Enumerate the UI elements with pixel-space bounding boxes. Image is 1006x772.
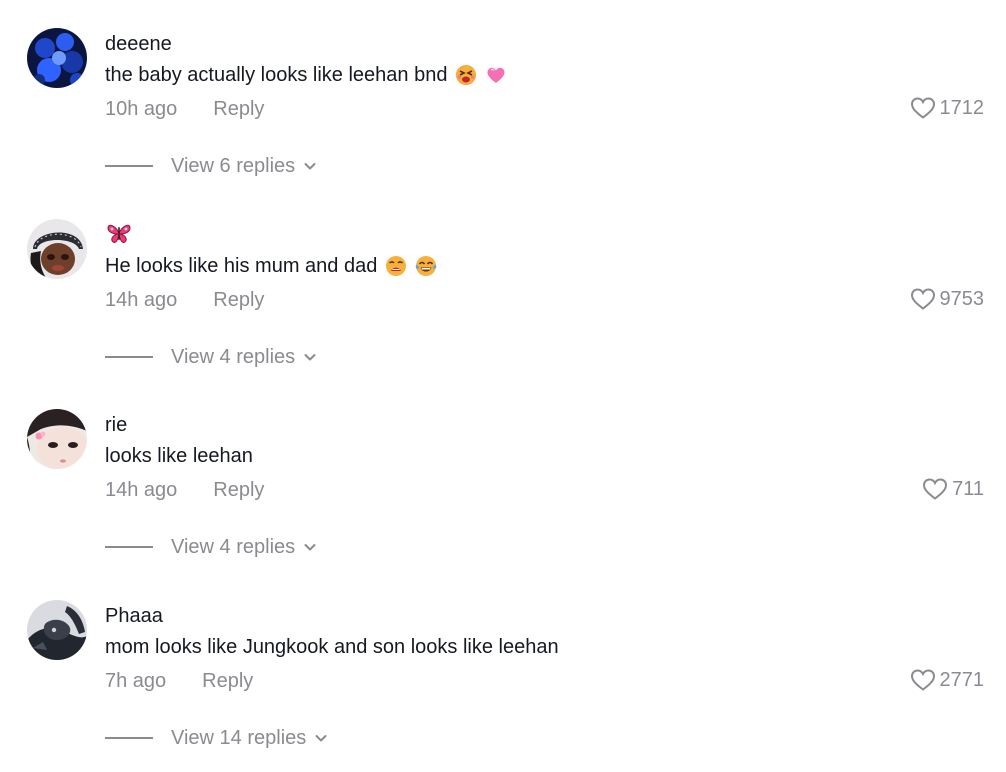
comment-body: mom looks like Jungkook and son looks li… <box>105 636 559 658</box>
like-count: 1712 <box>939 97 985 119</box>
like-count: 711 <box>952 478 984 500</box>
comment-meta: 14h ago Reply <box>105 287 264 313</box>
doll-bandana-avatar-icon <box>27 219 87 279</box>
comment-item: He looks like his mum and dad 14h ago Re… <box>0 191 1006 382</box>
comment-body: the baby actually looks like leehan bnd <box>105 64 448 86</box>
chevron-down-icon <box>303 540 317 554</box>
reply-button[interactable]: Reply <box>213 477 264 503</box>
comment-text: mom looks like Jungkook and son looks li… <box>105 634 559 660</box>
comment-body: looks like leehan <box>105 445 253 467</box>
comment-text: looks like leehan <box>105 443 253 469</box>
view-replies-button[interactable]: View 14 replies <box>105 725 328 751</box>
like-button[interactable]: 711 <box>922 476 984 502</box>
comment-item: rie looks like leehan 14h ago Reply 711 … <box>0 381 1006 572</box>
like-button[interactable]: 1712 <box>910 95 985 121</box>
avatar[interactable] <box>27 409 87 469</box>
comment-meta: 10h ago Reply <box>105 96 264 122</box>
username[interactable]: rie <box>105 412 127 438</box>
avatar[interactable] <box>27 28 87 88</box>
comment-meta: 14h ago Reply <box>105 477 264 503</box>
view-replies-label: View 4 replies <box>171 346 296 368</box>
like-count: 9753 <box>939 288 985 310</box>
view-replies-button[interactable]: View 6 replies <box>105 153 317 179</box>
comment-body: He looks like his mum and dad <box>105 255 378 277</box>
comment-time: 14h ago <box>105 479 178 501</box>
butterfly-emoji-icon[interactable] <box>106 221 132 250</box>
blue-jellyfish-avatar-icon <box>27 28 87 88</box>
comment-item: Phaaa mom looks like Jungkook and son lo… <box>0 572 1006 763</box>
divider-line <box>105 165 153 167</box>
comment-meta: 7h ago Reply <box>105 668 253 694</box>
comment-item: deeene the baby actually looks like leeh… <box>0 0 1006 191</box>
tears-of-joy-emoji-icon <box>415 255 437 277</box>
squinting-face-emoji-icon <box>455 64 477 86</box>
reply-button[interactable]: Reply <box>213 96 264 122</box>
reply-button[interactable]: Reply <box>202 668 253 694</box>
heart-outline-icon <box>923 478 948 500</box>
heart-outline-icon <box>910 669 935 691</box>
heart-outline-icon <box>910 288 935 310</box>
divider-line <box>105 737 153 739</box>
chevron-down-icon <box>314 731 328 745</box>
comment-text: He looks like his mum and dad <box>105 253 437 279</box>
heart-outline-icon <box>910 97 935 119</box>
comment-time: 10h ago <box>105 98 178 120</box>
username[interactable]: deeene <box>105 31 172 57</box>
view-replies-label: View 6 replies <box>171 155 296 177</box>
comment-text: the baby actually looks like leehan bnd <box>105 62 507 88</box>
chevron-down-icon <box>303 159 317 173</box>
avatar[interactable] <box>27 219 87 279</box>
like-count: 2771 <box>939 669 985 691</box>
weary-face-emoji-icon <box>385 255 407 277</box>
chevron-down-icon <box>303 350 317 364</box>
divider-line <box>105 546 153 548</box>
like-button[interactable]: 2771 <box>910 667 985 693</box>
comment-time: 14h ago <box>105 289 178 311</box>
view-replies-label: View 4 replies <box>171 536 296 558</box>
view-replies-button[interactable]: View 4 replies <box>105 344 317 370</box>
dark-photo-avatar-icon <box>27 600 87 660</box>
divider-line <box>105 356 153 358</box>
view-replies-label: View 14 replies <box>171 727 307 749</box>
avatar[interactable] <box>27 600 87 660</box>
comment-time: 7h ago <box>105 670 167 692</box>
view-replies-button[interactable]: View 4 replies <box>105 534 317 560</box>
like-button[interactable]: 9753 <box>910 286 985 312</box>
username[interactable]: Phaaa <box>105 603 163 629</box>
reply-button[interactable]: Reply <box>213 287 264 313</box>
pink-heart-emoji-icon <box>485 64 507 86</box>
girl-hairclip-avatar-icon <box>27 409 87 469</box>
